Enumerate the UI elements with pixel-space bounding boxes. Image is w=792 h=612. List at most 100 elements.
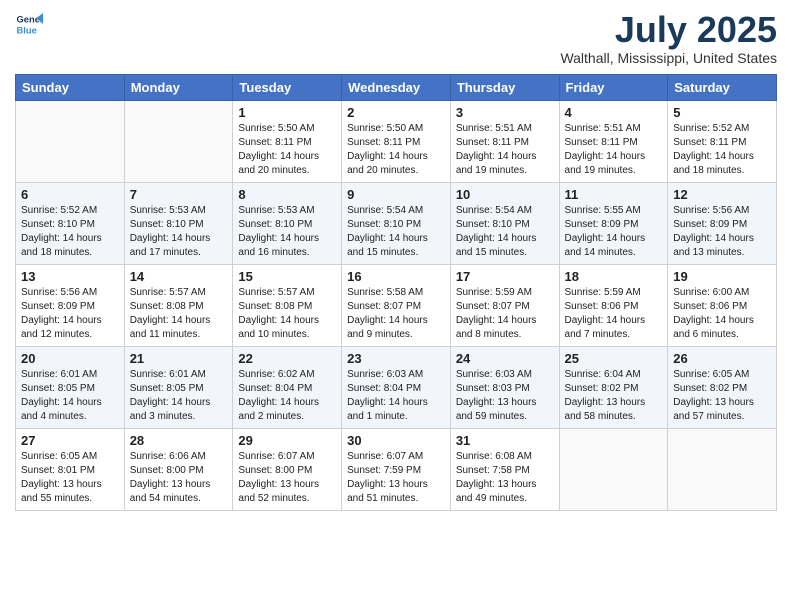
calendar-cell: 18 Sunrise: 5:59 AMSunset: 8:06 PMDaylig… [559, 264, 668, 346]
calendar-cell: 15 Sunrise: 5:57 AMSunset: 8:08 PMDaylig… [233, 264, 342, 346]
day-number: 7 [130, 187, 228, 202]
logo-icon: General Blue [15, 10, 43, 38]
calendar-cell: 9 Sunrise: 5:54 AMSunset: 8:10 PMDayligh… [342, 182, 451, 264]
title-section: July 2025 Walthall, Mississippi, United … [560, 10, 777, 66]
day-number: 6 [21, 187, 119, 202]
cell-details: Sunrise: 5:53 AMSunset: 8:10 PMDaylight:… [130, 205, 211, 258]
subtitle: Walthall, Mississippi, United States [560, 50, 777, 66]
calendar-cell [559, 428, 668, 510]
day-number: 13 [21, 269, 119, 284]
col-wednesday: Wednesday [342, 74, 451, 100]
header: General Blue July 2025 Walthall, Mississ… [15, 10, 777, 66]
cell-details: Sunrise: 6:08 AMSunset: 7:58 PMDaylight:… [456, 451, 537, 504]
calendar-cell [668, 428, 777, 510]
day-number: 20 [21, 351, 119, 366]
calendar-cell: 31 Sunrise: 6:08 AMSunset: 7:58 PMDaylig… [450, 428, 559, 510]
col-tuesday: Tuesday [233, 74, 342, 100]
calendar-cell: 10 Sunrise: 5:54 AMSunset: 8:10 PMDaylig… [450, 182, 559, 264]
week-row-5: 27 Sunrise: 6:05 AMSunset: 8:01 PMDaylig… [16, 428, 777, 510]
cell-details: Sunrise: 5:55 AMSunset: 8:09 PMDaylight:… [565, 205, 646, 258]
cell-details: Sunrise: 5:56 AMSunset: 8:09 PMDaylight:… [673, 205, 754, 258]
calendar-cell: 23 Sunrise: 6:03 AMSunset: 8:04 PMDaylig… [342, 346, 451, 428]
svg-text:Blue: Blue [17, 25, 37, 35]
calendar-cell: 16 Sunrise: 5:58 AMSunset: 8:07 PMDaylig… [342, 264, 451, 346]
cell-details: Sunrise: 5:50 AMSunset: 8:11 PMDaylight:… [347, 123, 428, 176]
day-number: 5 [673, 105, 771, 120]
cell-details: Sunrise: 5:50 AMSunset: 8:11 PMDaylight:… [238, 123, 319, 176]
cell-details: Sunrise: 5:52 AMSunset: 8:10 PMDaylight:… [21, 205, 102, 258]
cell-details: Sunrise: 6:01 AMSunset: 8:05 PMDaylight:… [130, 369, 211, 422]
calendar-cell: 8 Sunrise: 5:53 AMSunset: 8:10 PMDayligh… [233, 182, 342, 264]
cell-details: Sunrise: 6:03 AMSunset: 8:03 PMDaylight:… [456, 369, 537, 422]
cell-details: Sunrise: 5:58 AMSunset: 8:07 PMDaylight:… [347, 287, 428, 340]
cell-details: Sunrise: 5:59 AMSunset: 8:06 PMDaylight:… [565, 287, 646, 340]
day-number: 11 [565, 187, 663, 202]
cell-details: Sunrise: 6:01 AMSunset: 8:05 PMDaylight:… [21, 369, 102, 422]
week-row-1: 1 Sunrise: 5:50 AMSunset: 8:11 PMDayligh… [16, 100, 777, 182]
calendar-cell: 11 Sunrise: 5:55 AMSunset: 8:09 PMDaylig… [559, 182, 668, 264]
day-number: 22 [238, 351, 336, 366]
week-row-3: 13 Sunrise: 5:56 AMSunset: 8:09 PMDaylig… [16, 264, 777, 346]
day-number: 3 [456, 105, 554, 120]
calendar-cell: 20 Sunrise: 6:01 AMSunset: 8:05 PMDaylig… [16, 346, 125, 428]
calendar-table: Sunday Monday Tuesday Wednesday Thursday… [15, 74, 777, 511]
day-number: 14 [130, 269, 228, 284]
cell-details: Sunrise: 6:07 AMSunset: 8:00 PMDaylight:… [238, 451, 319, 504]
day-number: 12 [673, 187, 771, 202]
day-number: 31 [456, 433, 554, 448]
calendar-cell: 28 Sunrise: 6:06 AMSunset: 8:00 PMDaylig… [124, 428, 233, 510]
calendar-cell: 17 Sunrise: 5:59 AMSunset: 8:07 PMDaylig… [450, 264, 559, 346]
day-number: 29 [238, 433, 336, 448]
col-monday: Monday [124, 74, 233, 100]
cell-details: Sunrise: 5:57 AMSunset: 8:08 PMDaylight:… [238, 287, 319, 340]
calendar-cell: 22 Sunrise: 6:02 AMSunset: 8:04 PMDaylig… [233, 346, 342, 428]
day-number: 2 [347, 105, 445, 120]
cell-details: Sunrise: 5:56 AMSunset: 8:09 PMDaylight:… [21, 287, 102, 340]
col-friday: Friday [559, 74, 668, 100]
day-number: 15 [238, 269, 336, 284]
cell-details: Sunrise: 6:05 AMSunset: 8:01 PMDaylight:… [21, 451, 102, 504]
day-number: 27 [21, 433, 119, 448]
day-number: 16 [347, 269, 445, 284]
calendar-cell: 6 Sunrise: 5:52 AMSunset: 8:10 PMDayligh… [16, 182, 125, 264]
calendar-cell: 12 Sunrise: 5:56 AMSunset: 8:09 PMDaylig… [668, 182, 777, 264]
cell-details: Sunrise: 6:00 AMSunset: 8:06 PMDaylight:… [673, 287, 754, 340]
col-sunday: Sunday [16, 74, 125, 100]
day-number: 4 [565, 105, 663, 120]
calendar-cell: 14 Sunrise: 5:57 AMSunset: 8:08 PMDaylig… [124, 264, 233, 346]
cell-details: Sunrise: 5:54 AMSunset: 8:10 PMDaylight:… [456, 205, 537, 258]
calendar-cell: 27 Sunrise: 6:05 AMSunset: 8:01 PMDaylig… [16, 428, 125, 510]
calendar-cell: 19 Sunrise: 6:00 AMSunset: 8:06 PMDaylig… [668, 264, 777, 346]
cell-details: Sunrise: 6:07 AMSunset: 7:59 PMDaylight:… [347, 451, 428, 504]
col-thursday: Thursday [450, 74, 559, 100]
calendar-cell: 21 Sunrise: 6:01 AMSunset: 8:05 PMDaylig… [124, 346, 233, 428]
day-number: 19 [673, 269, 771, 284]
day-number: 9 [347, 187, 445, 202]
calendar-cell: 25 Sunrise: 6:04 AMSunset: 8:02 PMDaylig… [559, 346, 668, 428]
cell-details: Sunrise: 5:54 AMSunset: 8:10 PMDaylight:… [347, 205, 428, 258]
day-number: 30 [347, 433, 445, 448]
calendar-cell: 7 Sunrise: 5:53 AMSunset: 8:10 PMDayligh… [124, 182, 233, 264]
cell-details: Sunrise: 5:57 AMSunset: 8:08 PMDaylight:… [130, 287, 211, 340]
calendar-cell: 29 Sunrise: 6:07 AMSunset: 8:00 PMDaylig… [233, 428, 342, 510]
day-number: 17 [456, 269, 554, 284]
day-number: 21 [130, 351, 228, 366]
day-number: 8 [238, 187, 336, 202]
calendar-cell [16, 100, 125, 182]
calendar-cell: 30 Sunrise: 6:07 AMSunset: 7:59 PMDaylig… [342, 428, 451, 510]
day-number: 1 [238, 105, 336, 120]
calendar-cell: 5 Sunrise: 5:52 AMSunset: 8:11 PMDayligh… [668, 100, 777, 182]
cell-details: Sunrise: 6:06 AMSunset: 8:00 PMDaylight:… [130, 451, 211, 504]
page: General Blue July 2025 Walthall, Mississ… [0, 0, 792, 612]
calendar-cell: 13 Sunrise: 5:56 AMSunset: 8:09 PMDaylig… [16, 264, 125, 346]
cell-details: Sunrise: 6:05 AMSunset: 8:02 PMDaylight:… [673, 369, 754, 422]
cell-details: Sunrise: 5:53 AMSunset: 8:10 PMDaylight:… [238, 205, 319, 258]
calendar-cell: 2 Sunrise: 5:50 AMSunset: 8:11 PMDayligh… [342, 100, 451, 182]
cell-details: Sunrise: 6:02 AMSunset: 8:04 PMDaylight:… [238, 369, 319, 422]
main-title: July 2025 [560, 10, 777, 50]
day-number: 28 [130, 433, 228, 448]
col-saturday: Saturday [668, 74, 777, 100]
day-number: 26 [673, 351, 771, 366]
calendar-cell: 4 Sunrise: 5:51 AMSunset: 8:11 PMDayligh… [559, 100, 668, 182]
cell-details: Sunrise: 5:51 AMSunset: 8:11 PMDaylight:… [565, 123, 646, 176]
